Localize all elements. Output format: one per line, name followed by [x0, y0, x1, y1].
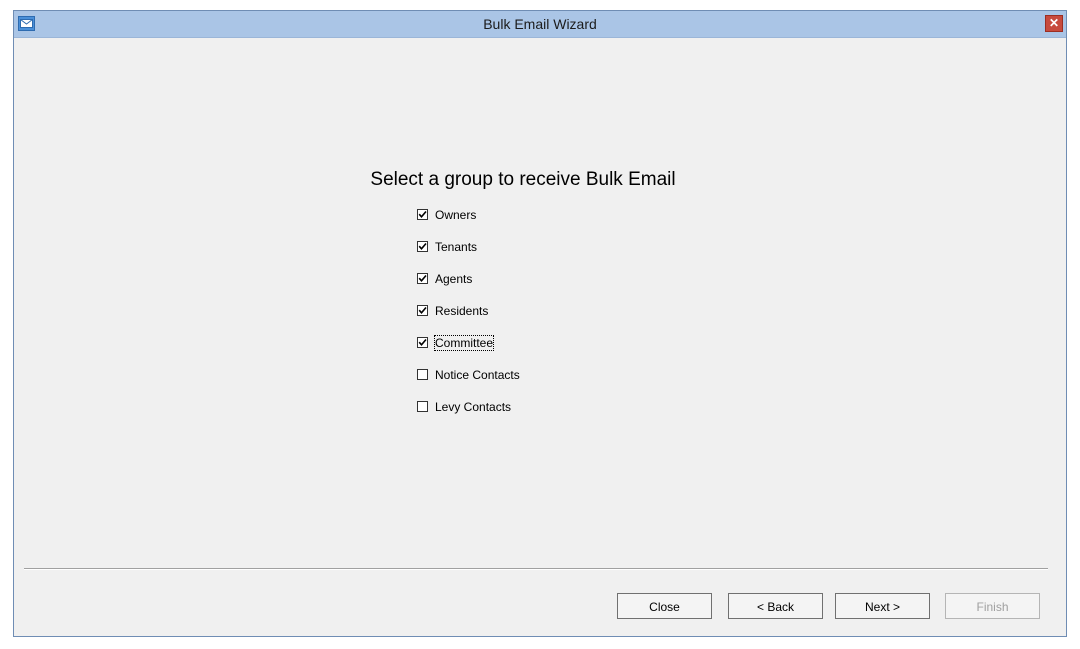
group-label: Notice Contacts	[435, 368, 520, 382]
back-button[interactable]: < Back	[728, 593, 823, 619]
group-label: Levy Contacts	[435, 400, 512, 414]
wizard-content: Select a group to receive Bulk Email Own…	[16, 38, 1064, 634]
checkbox-owners[interactable]	[417, 209, 428, 220]
group-label: Tenants	[435, 240, 478, 254]
group-label: Committee	[433, 335, 495, 351]
close-icon[interactable]: ✕	[1045, 15, 1063, 32]
page-heading: Select a group to receive Bulk Email	[370, 169, 676, 190]
checkbox-notice-contacts[interactable]	[417, 369, 428, 380]
checkbox-tenants[interactable]	[417, 241, 428, 252]
checkbox-agents[interactable]	[417, 273, 428, 284]
window-title: Bulk Email Wizard	[483, 16, 597, 32]
finish-button[interactable]: Finish	[945, 593, 1040, 619]
checkbox-committee[interactable]	[417, 337, 428, 348]
close-button[interactable]: Close	[617, 593, 712, 619]
checkbox-levy-contacts[interactable]	[417, 401, 428, 412]
next-button[interactable]: Next >	[835, 593, 930, 619]
footer-separator	[24, 568, 1048, 570]
group-label: Owners	[435, 208, 477, 222]
bulk-email-wizard-window: Bulk Email Wizard ✕ Select a group to re…	[13, 10, 1067, 637]
title-bar[interactable]: Bulk Email Wizard ✕	[14, 11, 1066, 38]
group-label: Agents	[435, 272, 473, 286]
checkbox-residents[interactable]	[417, 305, 428, 316]
group-label: Residents	[435, 304, 489, 318]
